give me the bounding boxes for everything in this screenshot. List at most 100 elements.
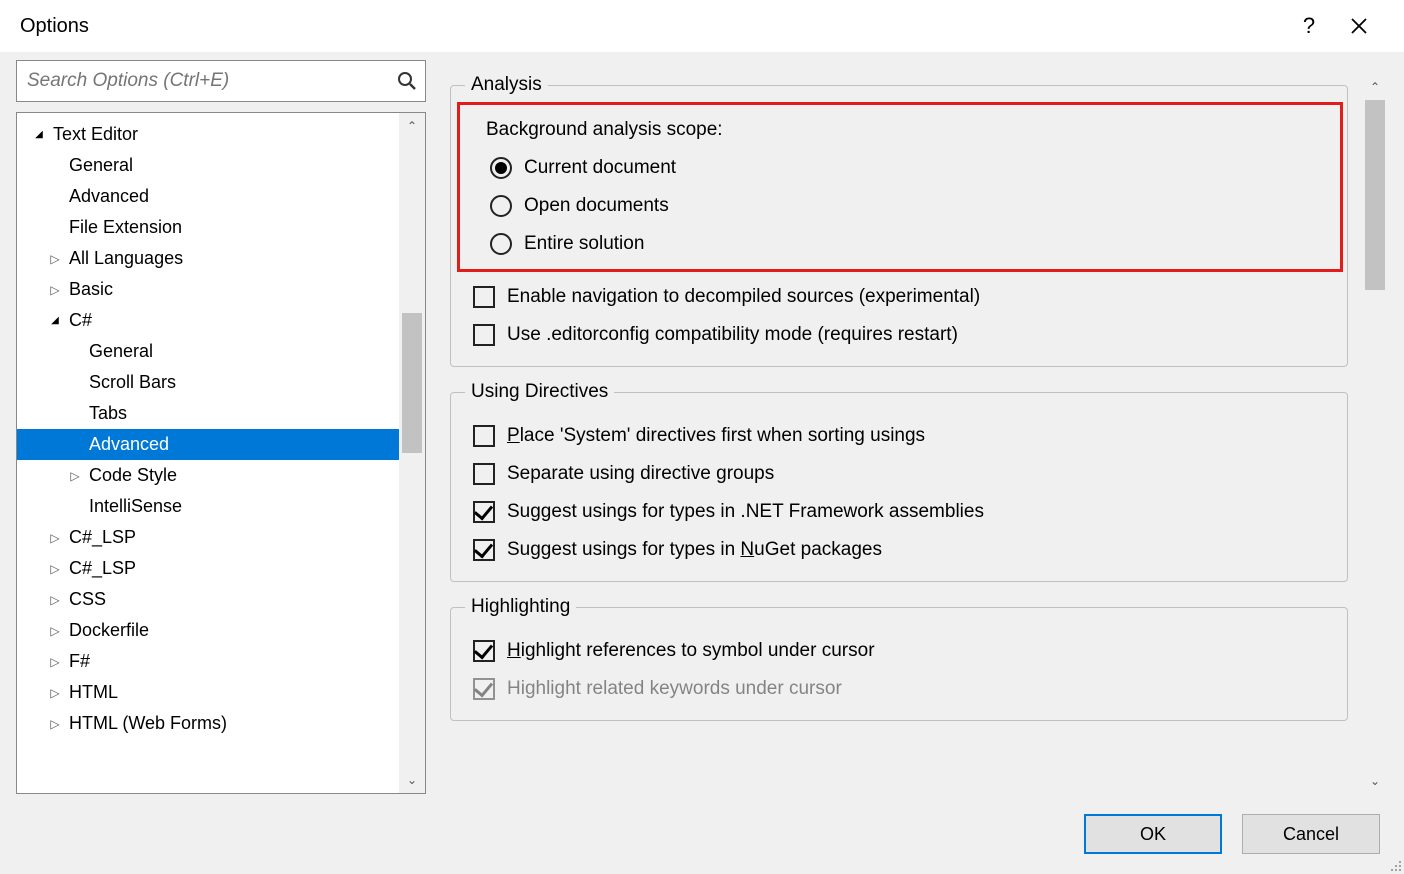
tree-item-label: Basic [69,279,113,300]
chevron-down-icon[interactable]: ⌄ [399,767,425,793]
cancel-button[interactable]: Cancel [1242,814,1380,854]
check-separate-groups[interactable]: Separate using directive groups [465,455,1333,493]
caret-right-icon: ▷ [47,686,63,700]
tree-item-label: Code Style [89,465,177,486]
radio-open-documents[interactable]: Open documents [460,187,1340,225]
using-directives-legend: Using Directives [465,381,614,403]
caret-down-icon: ◢ [31,129,47,140]
tree-item-label: Advanced [89,434,169,455]
tree-item[interactable]: Advanced [17,181,425,212]
tree-item[interactable]: ▷Basic [17,274,425,305]
radio-icon [490,195,512,217]
check-highlight-keywords[interactable]: Highlight related keywords under cursor [465,670,1333,708]
caret-right-icon: ▷ [47,562,63,576]
tree-item-label: F# [69,651,90,672]
caret-right-icon: ▷ [47,624,63,638]
resize-grip-icon[interactable] [1386,856,1402,872]
check-decompiled-sources[interactable]: Enable navigation to decompiled sources … [465,278,1333,316]
checkbox-icon [473,425,495,447]
ok-button[interactable]: OK [1084,814,1222,854]
chevron-up-icon[interactable]: ⌃ [399,113,425,139]
tree-item[interactable]: ◢C# [17,305,425,336]
tree-item-label: Dockerfile [69,620,149,641]
tree-item[interactable]: General [17,150,425,181]
check-suggest-nuget[interactable]: Suggest usings for types in NuGet packag… [465,531,1333,569]
close-icon [1350,17,1368,35]
checkbox-icon [473,324,495,346]
tree-item[interactable]: ▷HTML (Web Forms) [17,708,425,739]
tree-item[interactable]: General [17,336,425,367]
checkbox-icon [473,539,495,561]
checkbox-icon [473,463,495,485]
search-icon [389,71,425,91]
content-scrollbar[interactable]: ⌃ ⌄ [1362,74,1388,794]
checkbox-label: Place 'System' directives first when sor… [507,425,925,447]
radio-label: Entire solution [524,233,644,255]
checkbox-icon [473,286,495,308]
tree-item-label: Tabs [89,403,127,424]
tree-item[interactable]: ▷ CSS [17,584,425,615]
check-highlight-references[interactable]: Highlight references to symbol under cur… [465,632,1333,670]
radio-label: Open documents [524,195,669,217]
tree-item-label: File Extension [69,217,182,238]
tree-item[interactable]: File Extension [17,212,425,243]
tree-item[interactable]: ▷HTML [17,677,425,708]
tree-item-label: C#_LSP [69,558,136,579]
chevron-up-icon[interactable]: ⌃ [1362,74,1388,100]
search-input-container[interactable] [16,60,426,102]
options-tree: ◢ Text Editor General Advanced File Extensio… [16,112,426,794]
tree-item[interactable]: ▷All Languages [17,243,425,274]
tree-item[interactable]: Tabs [17,398,425,429]
checkbox-label: Highlight related keywords under cursor [507,678,842,700]
check-suggest-framework[interactable]: Suggest usings for types in .NET Framewo… [465,493,1333,531]
tree-item-label: IntelliSense [89,496,182,517]
tree-item[interactable]: ◢ Text Editor [17,119,425,150]
radio-entire-solution[interactable]: Entire solution [460,225,1340,263]
tree-item[interactable]: ▷ C#_LSP [17,553,425,584]
check-editorconfig-compat[interactable]: Use .editorconfig compatibility mode (re… [465,316,1333,354]
chevron-down-icon[interactable]: ⌄ [1362,768,1388,794]
checkbox-icon [473,501,495,523]
help-button[interactable]: ? [1284,13,1334,39]
tree-item-label: CSS [69,589,106,610]
analysis-group: Analysis Background analysis scope: Curr… [450,74,1348,367]
analysis-legend: Analysis [465,74,548,96]
close-button[interactable] [1334,17,1384,35]
using-directives-group: Using Directives Place 'System' directiv… [450,381,1348,582]
tree-item[interactable]: IntelliSense [17,491,425,522]
tree-item[interactable]: ▷ Dockerfile [17,615,425,646]
checkbox-label: Suggest usings for types in .NET Framewo… [507,501,984,523]
tree-item[interactable]: ▷ Code Style [17,460,425,491]
tree-item-label: Text Editor [53,124,138,145]
tree-item-label: HTML (Web Forms) [69,713,227,734]
titlebar: Options ? [0,0,1404,52]
caret-down-icon: ◢ [47,315,63,326]
tree-item[interactable]: Scroll Bars [17,367,425,398]
highlighting-group: Highlighting Highlight references to sym… [450,596,1348,721]
highlighting-legend: Highlighting [465,596,576,618]
checkbox-label: Separate using directive groups [507,463,774,485]
tree-scrollbar[interactable]: ⌃ ⌄ [399,113,425,793]
tree-item[interactable]: Advanced [17,429,425,460]
caret-right-icon: ▷ [47,252,63,266]
dialog-title: Options [20,15,1284,38]
radio-label: Current document [524,157,676,179]
scroll-thumb[interactable] [1365,100,1385,290]
caret-right-icon: ▷ [47,655,63,669]
tree-item[interactable]: ▷C#_LSP [17,522,425,553]
radio-icon [490,157,512,179]
tree-item-label: General [89,341,153,362]
scroll-thumb[interactable] [402,313,422,453]
tree-item-label: Scroll Bars [89,372,176,393]
check-place-system-first[interactable]: Place 'System' directives first when sor… [465,417,1333,455]
tree-item[interactable]: ▷ F# [17,646,425,677]
highlight-box: Background analysis scope: Current docum… [457,102,1343,272]
checkbox-label: Use .editorconfig compatibility mode (re… [507,324,958,346]
checkbox-label: Enable navigation to decompiled sources … [507,286,980,308]
search-input[interactable] [17,70,389,92]
caret-right-icon: ▷ [67,469,83,483]
tree-item-label: General [69,155,133,176]
caret-right-icon: ▷ [47,593,63,607]
radio-current-document[interactable]: Current document [460,149,1340,187]
checkbox-icon [473,640,495,662]
